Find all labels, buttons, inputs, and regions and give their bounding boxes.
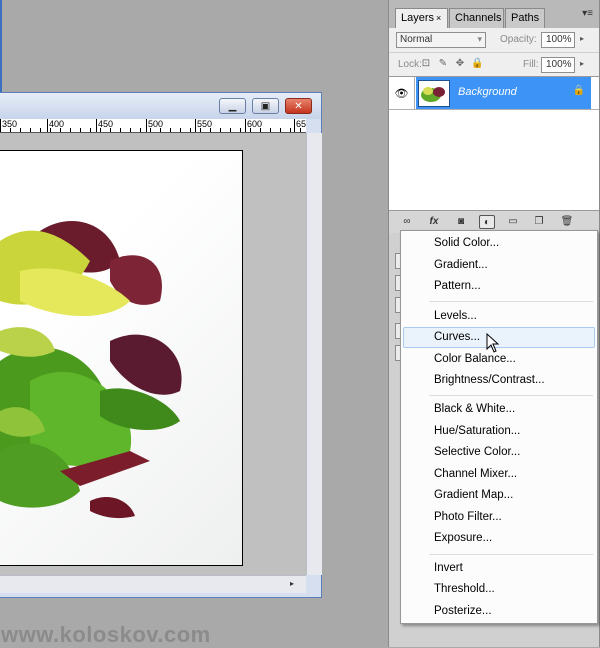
restore-icon: ▣ [260, 100, 271, 112]
canvas-area[interactable] [0, 133, 306, 575]
folder-icon[interactable]: ▭ [505, 215, 521, 229]
menu-item-black-white[interactable]: Black & White... [403, 399, 595, 420]
panel-tabs: Layers × Channels Paths ▾≡ [389, 0, 599, 28]
chevron-right-icon[interactable]: ▸ [580, 59, 584, 68]
menu-separator [429, 554, 593, 555]
mouse-cursor-icon [486, 333, 500, 353]
menu-item-posterize[interactable]: Posterize... [403, 601, 595, 622]
link-icon[interactable]: ∞ [399, 215, 415, 229]
eye-icon[interactable]: 👁 [389, 77, 415, 109]
menu-item-photo-filter[interactable]: Photo Filter... [403, 507, 595, 528]
vertical-scrollbar[interactable] [306, 133, 322, 575]
chevron-down-icon: ▾ [477, 34, 482, 44]
panel-menu-icon[interactable]: ▾≡ [582, 8, 593, 19]
menu-item-gradient[interactable]: Gradient... [403, 255, 595, 276]
tab-layers-label: Layers [401, 12, 435, 24]
fill-field[interactable]: 100% ▸ [541, 57, 584, 73]
photo-canvas[interactable] [0, 150, 243, 566]
adjustment-icon[interactable]: ◐ [479, 215, 495, 229]
window-edge [0, 0, 2, 98]
fill-value: 100% [546, 59, 572, 70]
thumbnail-image [421, 87, 445, 102]
layers-list: 👁 Background 🔒 [389, 76, 599, 211]
menu-item-solid-color[interactable]: Solid Color... [403, 233, 595, 254]
document-titlebar[interactable]: ▁ ▣ ✕ [0, 93, 321, 119]
menu-separator [429, 301, 593, 302]
tab-paths[interactable]: Paths [505, 8, 545, 28]
mask-icon[interactable]: ◙ [453, 215, 469, 229]
tab-channels-label: Channels [455, 12, 502, 24]
document-window[interactable]: ▁ ▣ ✕ 350 400 450 500 550 600 65 ▸ [0, 92, 322, 598]
lock-transparency-icon[interactable]: ⊡ [420, 58, 432, 70]
minimize-icon: ▁ [228, 100, 237, 112]
tab-channels[interactable]: Channels [449, 8, 504, 28]
trash-icon[interactable]: 🗑 [559, 215, 575, 229]
minimize-button[interactable]: ▁ [219, 98, 246, 114]
ruler-number: 65 [294, 119, 306, 132]
blend-mode-select[interactable]: Normal ▾ [396, 32, 486, 48]
lock-label: Lock: [398, 59, 422, 70]
blend-mode-value: Normal [400, 34, 433, 45]
ruler-number: 550 [195, 119, 212, 132]
lock-pixels-icon[interactable]: ✎ [437, 58, 449, 70]
scroll-right-icon[interactable]: ▸ [290, 579, 294, 588]
opacity-value: 100% [546, 34, 572, 45]
ruler-number: 350 [0, 119, 17, 132]
menu-separator [429, 395, 593, 396]
lock-position-icon[interactable]: ✥ [454, 58, 466, 70]
fx-icon[interactable]: fx [426, 215, 442, 229]
salad-photo [0, 221, 182, 519]
tab-layers[interactable]: Layers × [395, 8, 448, 28]
layer-name: Background [458, 86, 517, 98]
menu-item-channel-mixer[interactable]: Channel Mixer... [403, 464, 595, 485]
horizontal-ruler[interactable]: 350 400 450 500 550 600 65 [0, 119, 306, 133]
restore-button[interactable]: ▣ [252, 98, 279, 114]
watermark: www.koloskov.com [1, 622, 211, 647]
lock-all-icon[interactable]: 🔒 [471, 58, 483, 70]
menu-item-gradient-map[interactable]: Gradient Map... [403, 485, 595, 506]
ruler-number: 450 [96, 119, 113, 132]
menu-item-selective-color[interactable]: Selective Color... [403, 442, 595, 463]
lock-icons: ⊡ ✎ ✥ 🔒 [420, 58, 484, 70]
menu-item-levels[interactable]: Levels... [403, 306, 595, 327]
lock-row: Lock: ⊡ ✎ ✥ 🔒 Fill: 100% ▸ [389, 52, 599, 77]
layer-thumbnail [418, 80, 450, 107]
menu-item-brightness-contrast[interactable]: Brightness/Contrast... [403, 370, 595, 391]
close-icon: ✕ [294, 100, 303, 112]
menu-item-threshold[interactable]: Threshold... [403, 579, 595, 600]
chevron-right-icon[interactable]: ▸ [580, 34, 584, 43]
blend-row: Normal ▾ Opacity: 100% ▸ [389, 28, 599, 52]
adjustment-menu: Solid Color... Gradient... Pattern... Le… [400, 230, 598, 624]
layer-lock-icon: 🔒 [572, 85, 585, 96]
layer-row[interactable]: 👁 Background 🔒 [389, 77, 599, 110]
ruler-number: 400 [47, 119, 64, 132]
close-button[interactable]: ✕ [285, 98, 312, 114]
ruler-number: 600 [245, 119, 262, 132]
layers-panel: Layers × Channels Paths ▾≡ Normal ▾ Opacit… [388, 0, 600, 234]
layer-selected[interactable]: Background 🔒 [416, 77, 591, 109]
opacity-field[interactable]: 100% ▸ [541, 32, 584, 48]
new-layer-icon[interactable]: ❐ [531, 215, 547, 229]
menu-item-invert[interactable]: Invert [403, 558, 595, 579]
ruler-number: 500 [146, 119, 163, 132]
tab-close-icon[interactable]: × [436, 13, 441, 23]
horizontal-scrollbar[interactable]: ▸ [0, 575, 306, 593]
menu-item-pattern[interactable]: Pattern... [403, 276, 595, 297]
opacity-label: Opacity: [500, 34, 537, 45]
tab-paths-label: Paths [511, 12, 540, 24]
fill-label: Fill: [523, 59, 539, 70]
menu-item-exposure[interactable]: Exposure... [403, 528, 595, 549]
menu-item-hue-saturation[interactable]: Hue/Saturation... [403, 421, 595, 442]
